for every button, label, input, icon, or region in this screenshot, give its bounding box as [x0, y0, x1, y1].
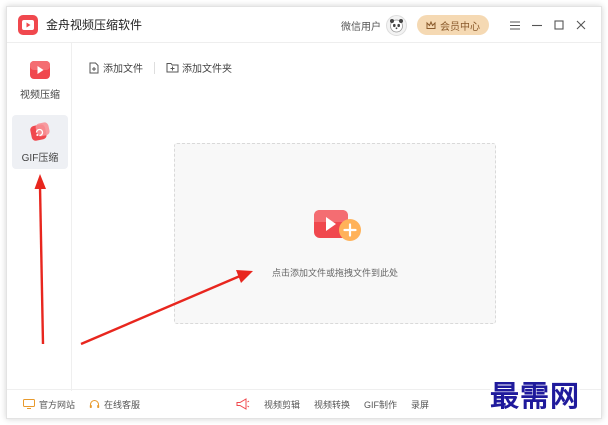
maximize-icon — [554, 20, 564, 30]
avatar[interactable] — [386, 14, 407, 36]
vip-center-button[interactable]: 会员中心 — [417, 15, 489, 35]
add-folder-icon — [166, 63, 179, 73]
headset-icon — [89, 399, 100, 408]
footer-link-gif-make[interactable]: GIF制作 — [364, 398, 397, 411]
menu-button[interactable] — [505, 15, 525, 35]
user-name[interactable]: 微信用户 — [341, 18, 381, 33]
add-folder-button[interactable]: 添加文件夹 — [166, 60, 232, 75]
menu-icon — [510, 20, 520, 30]
app-title: 金舟视频压缩软件 — [46, 18, 143, 32]
minimize-icon — [532, 24, 542, 26]
app-window: 金舟视频压缩软件 微信用户 会员中心 视频压缩 GIF压缩 添加文件 添加文件夹… — [6, 6, 602, 419]
close-icon — [576, 20, 586, 30]
watermark: 最需网 — [490, 373, 581, 415]
online-support-link[interactable]: 在线客服 — [89, 398, 140, 411]
maximize-button[interactable] — [549, 15, 569, 35]
megaphone-icon — [236, 398, 250, 410]
toolbar-divider — [154, 61, 155, 74]
toolbar: 添加文件 添加文件夹 — [89, 60, 232, 75]
footer-link-screen-record[interactable]: 录屏 — [411, 398, 429, 411]
sidebar-item-gif-compress[interactable]: GIF压缩 — [12, 115, 68, 169]
add-folder-label: 添加文件夹 — [182, 64, 232, 75]
close-button[interactable] — [571, 15, 591, 35]
add-file-button[interactable]: 添加文件 — [89, 60, 143, 75]
title-bar: 金舟视频压缩软件 微信用户 会员中心 — [7, 7, 601, 43]
add-file-label: 添加文件 — [103, 64, 143, 75]
add-file-icon — [89, 62, 99, 73]
app-logo-icon — [18, 14, 38, 35]
official-website-link[interactable]: 官方网站 — [23, 398, 75, 411]
crown-icon — [426, 20, 436, 29]
sidebar-item-label: 视频压缩 — [20, 89, 60, 101]
gif-compress-icon — [30, 121, 50, 141]
footer-link-video-convert[interactable]: 视频转换 — [314, 398, 350, 411]
video-compress-icon — [30, 60, 50, 79]
footer-link-video-edit[interactable]: 视频剪辑 — [264, 398, 300, 411]
minimize-button[interactable] — [527, 15, 547, 35]
online-support-label: 在线客服 — [104, 399, 141, 410]
monitor-icon — [23, 399, 35, 409]
sidebar-item-video-compress[interactable]: 视频压缩 — [12, 53, 68, 107]
add-video-icon — [314, 210, 361, 241]
sidebar: 视频压缩 GIF压缩 — [7, 43, 72, 391]
drop-hint-text: 点击添加文件或拖拽文件到此处 — [271, 268, 398, 278]
sidebar-item-label: GIF压缩 — [21, 152, 59, 164]
official-website-label: 官方网站 — [39, 399, 76, 410]
vip-center-label: 会员中心 — [440, 21, 480, 33]
file-drop-zone[interactable]: 点击添加文件或拖拽文件到此处 — [174, 143, 496, 324]
panda-avatar-icon — [390, 18, 403, 32]
